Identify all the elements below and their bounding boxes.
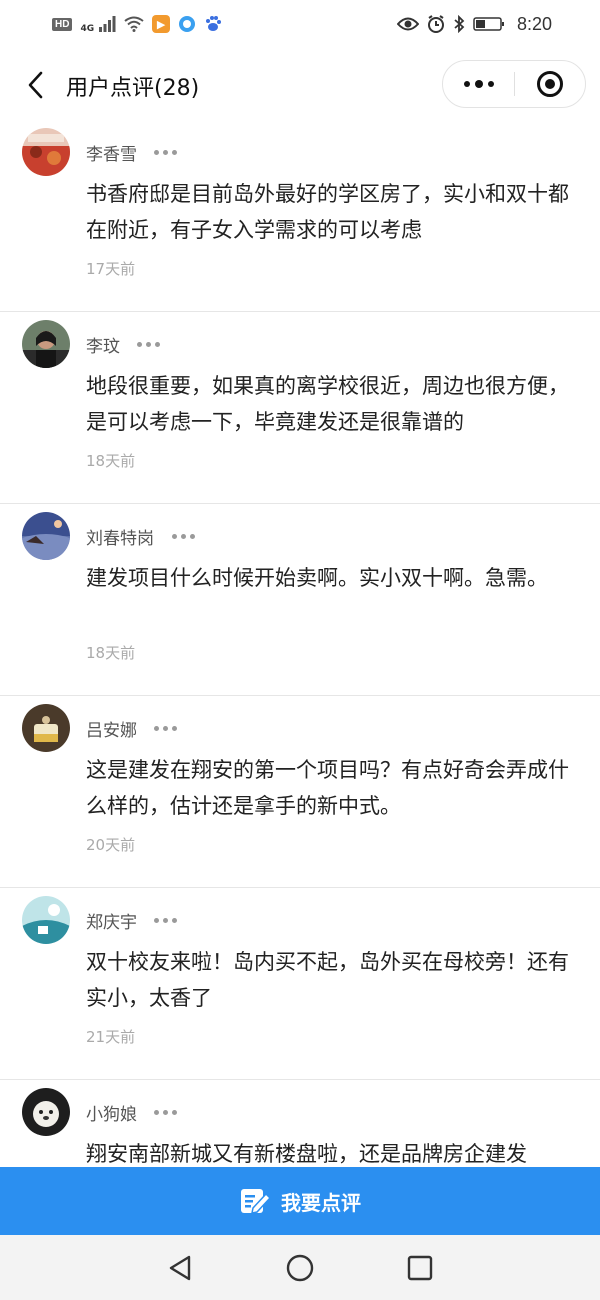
signal-icon — [99, 16, 116, 32]
video-app-icon: ▶ — [152, 15, 171, 33]
review-user-name: 刘春特岗 — [86, 529, 154, 549]
write-review-button[interactable]: 我要点评 — [0, 1167, 600, 1235]
review-time: 17天前 — [86, 260, 136, 278]
eye-icon — [396, 17, 419, 31]
review-text: 建发项目什么时候开始卖啊。实小双十啊。急需。 — [86, 566, 548, 590]
network-type: 4G — [80, 24, 95, 34]
more-options-icon[interactable] — [154, 726, 177, 731]
battery-icon — [473, 17, 504, 31]
status-right: 8:20 — [396, 13, 552, 35]
avatar[interactable] — [22, 320, 70, 368]
review-time: 20天前 — [86, 836, 136, 854]
status-bar: HD 4G ▶ 8:20 — [0, 0, 600, 48]
status-left: HD 4G ▶ — [52, 14, 222, 34]
hd-badge: HD — [52, 17, 73, 31]
review-user-name: 吕安娜 — [86, 721, 137, 741]
avatar[interactable] — [22, 1088, 70, 1136]
nav-recents-button[interactable] — [400, 1248, 440, 1288]
edit-icon — [241, 1189, 271, 1214]
clock-time: 8:20 — [516, 13, 552, 34]
review-item: 李香雪 书香府邸是目前岛外最好的学区房了，实小和双十都在附近，有子女入学需求的可… — [0, 120, 600, 312]
review-user-name: 李玟 — [86, 337, 120, 357]
more-options-icon[interactable] — [154, 1110, 177, 1115]
review-text: 这是建发在翔安的第一个项目吗？有点好奇会弄成什么样的，估计还是拿手的新中式。 — [86, 758, 569, 818]
review-list: 李香雪 书香府邸是目前岛外最好的学区房了，实小和双十都在附近，有子女入学需求的可… — [0, 120, 600, 1272]
write-review-label: 我要点评 — [281, 1190, 361, 1215]
review-item: 郑庆宇 双十校友来啦！岛内买不起，岛外买在母校旁！还有实小，太香了 21天前 — [0, 888, 600, 1080]
review-item: 吕安娜 这是建发在翔安的第一个项目吗？有点好奇会弄成什么样的，估计还是拿手的新中… — [0, 696, 600, 888]
avatar[interactable] — [22, 896, 70, 944]
review-user-name: 郑庆宇 — [86, 913, 137, 933]
review-text: 双十校友来啦！岛内买不起，岛外买在母校旁！还有实小，太香了 — [86, 950, 569, 1010]
baidu-app-icon — [206, 16, 222, 31]
miniprogram-capsule — [442, 60, 586, 108]
review-text: 地段很重要，如果真的离学校很近，周边也很方便，是可以考虑一下，毕竟建发还是很靠谱… — [86, 374, 569, 434]
chevron-left-icon — [28, 71, 43, 99]
review-text: 书香府邸是目前岛外最好的学区房了，实小和双十都在附近，有子女入学需求的可以考虑 — [86, 182, 569, 242]
page-header: 用户点评(28) — [0, 56, 600, 114]
wifi-icon — [124, 16, 144, 32]
nav-back-button[interactable] — [160, 1248, 200, 1288]
capsule-menu-button[interactable] — [443, 61, 514, 107]
nav-home-button[interactable] — [280, 1248, 320, 1288]
more-options-icon[interactable] — [137, 342, 160, 347]
home-circle-icon — [286, 1254, 314, 1281]
review-user-name: 小狗娘 — [86, 1105, 137, 1125]
review-time: 21天前 — [86, 1028, 136, 1046]
avatar[interactable] — [22, 128, 70, 176]
bluetooth-icon — [454, 15, 465, 33]
page-title: 用户点评(28) — [66, 76, 200, 101]
more-dots-icon — [463, 81, 470, 87]
system-nav-bar — [0, 1235, 600, 1300]
target-icon — [537, 71, 563, 97]
recents-square-icon — [407, 1255, 433, 1280]
review-item: 刘春特岗 建发项目什么时候开始卖啊。实小双十啊。急需。 18天前 — [0, 504, 600, 696]
alarm-icon — [427, 15, 444, 33]
avatar[interactable] — [22, 704, 70, 752]
review-time: 18天前 — [86, 452, 136, 470]
back-button[interactable] — [20, 68, 50, 102]
back-triangle-icon — [169, 1255, 191, 1280]
capsule-close-button[interactable] — [515, 61, 585, 107]
review-time: 18天前 — [86, 644, 136, 662]
avatar[interactable] — [22, 512, 70, 560]
browser-app-icon — [179, 16, 196, 32]
more-options-icon[interactable] — [154, 918, 177, 923]
more-options-icon[interactable] — [154, 150, 177, 155]
review-user-name: 李香雪 — [86, 145, 137, 165]
more-options-icon[interactable] — [172, 534, 195, 539]
review-item: 李玟 地段很重要，如果真的离学校很近，周边也很方便，是可以考虑一下，毕竟建发还是… — [0, 312, 600, 504]
